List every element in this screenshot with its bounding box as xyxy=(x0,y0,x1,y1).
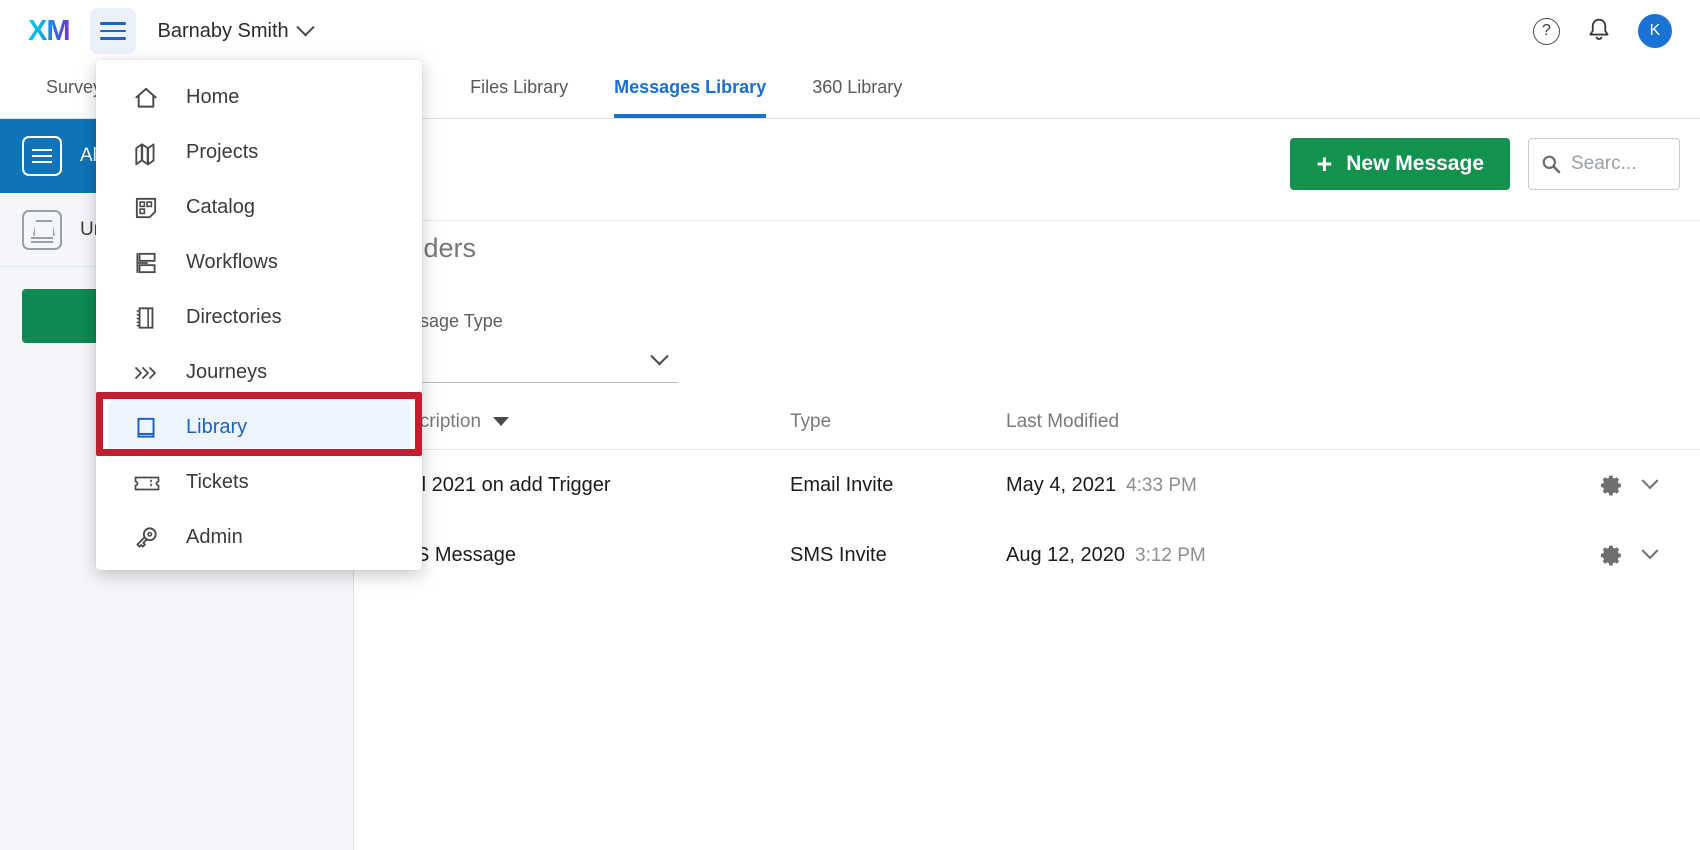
nav-item-label: Projects xyxy=(186,141,259,163)
row-actions xyxy=(1599,542,1659,568)
nav-item-home[interactable]: Home xyxy=(108,70,410,125)
help-circle-icon[interactable]: ? xyxy=(1533,17,1560,45)
nav-item-library[interactable]: Library xyxy=(108,400,410,455)
nav-item-projects[interactable]: Projects xyxy=(108,125,410,180)
column-header-last-modified: Last Modified xyxy=(1006,410,1120,432)
user-name-label[interactable]: Barnaby Smith xyxy=(158,20,289,43)
global-nav-menu: Home Projects Catalog Workflows Director… xyxy=(96,60,422,570)
search-icon xyxy=(1542,155,1561,174)
nav-item-label: Tickets xyxy=(186,471,249,493)
top-bar-right-actions: ? K xyxy=(1533,14,1672,48)
ticket-icon xyxy=(132,469,166,497)
hamburger-icon-line xyxy=(99,29,126,33)
table-header-row: Description Type Last Modified xyxy=(354,394,1700,450)
hamburger-icon-line xyxy=(99,37,126,40)
table-row[interactable]: SMS Message SMS Invite Aug 12, 2020 3:12 … xyxy=(354,520,1700,590)
nav-item-label: Catalog xyxy=(186,196,255,218)
nav-item-label: Workflows xyxy=(186,251,278,273)
caret-down-icon xyxy=(493,417,510,426)
list-lines-icon xyxy=(22,135,62,176)
nav-item-label: Library xyxy=(186,416,248,438)
avatar[interactable]: K xyxy=(1638,14,1672,48)
catalog-icon xyxy=(132,194,166,222)
table-row[interactable]: April 2021 on add Trigger Email Invite M… xyxy=(354,450,1700,520)
chevron-down-icon[interactable] xyxy=(295,17,315,36)
chevron-down-icon[interactable] xyxy=(1641,472,1659,490)
cell-time: 3:12 PM xyxy=(1135,544,1206,566)
main-action-bar: + New Message Searc... xyxy=(1290,138,1680,190)
nav-item-tickets[interactable]: Tickets xyxy=(108,455,410,510)
projects-icon xyxy=(132,139,166,167)
nav-item-directories[interactable]: Directories xyxy=(108,290,410,345)
chevron-down-icon[interactable] xyxy=(1641,542,1659,560)
messages-table: Description Type Last Modified April 202… xyxy=(354,394,1700,590)
nav-item-label: Journeys xyxy=(186,361,268,383)
journeys-icon xyxy=(132,359,166,387)
column-header-type: Type xyxy=(790,410,832,432)
message-type-select[interactable]: All xyxy=(386,339,678,383)
home-icon xyxy=(132,84,166,112)
bell-icon[interactable] xyxy=(1586,17,1612,45)
search-placeholder: Searc... xyxy=(1571,153,1637,174)
tray-icon xyxy=(22,209,62,250)
new-message-button-label: New Message xyxy=(1346,152,1484,175)
nav-item-label: Home xyxy=(186,86,240,108)
cell-date: May 4, 2021 xyxy=(1006,473,1117,496)
cell-time: 4:33 PM xyxy=(1126,474,1197,496)
cell-type: Email Invite xyxy=(790,473,894,496)
nav-item-label: Directories xyxy=(186,306,282,328)
xm-logo[interactable]: XM xyxy=(28,16,70,46)
main-content: + New Message Searc... Folders Message T… xyxy=(354,119,1700,850)
nav-item-catalog[interactable]: Catalog xyxy=(108,180,410,235)
directories-icon xyxy=(132,304,166,332)
content-divider xyxy=(354,220,1700,221)
row-actions xyxy=(1599,472,1659,498)
cell-last-modified: Aug 12, 2020 3:12 PM xyxy=(1006,544,1426,567)
tab-360-library[interactable]: 360 Library xyxy=(812,77,902,118)
hamburger-icon-line xyxy=(99,22,126,25)
cell-description: SMS Message xyxy=(386,543,517,566)
nav-item-workflows[interactable]: Workflows xyxy=(108,235,410,290)
cell-date: Aug 12, 2020 xyxy=(1006,543,1125,566)
column-header-description[interactable]: Description xyxy=(386,411,790,433)
tab-messages-library[interactable]: Messages Library xyxy=(614,77,767,118)
cell-last-modified: May 4, 2021 4:33 PM xyxy=(1006,474,1426,497)
plus-icon: + xyxy=(1316,148,1333,179)
library-book-icon xyxy=(132,414,166,442)
admin-key-icon xyxy=(132,524,166,552)
gear-icon[interactable] xyxy=(1599,473,1624,498)
gear-icon[interactable] xyxy=(1599,543,1624,568)
workflows-icon xyxy=(132,249,166,277)
hamburger-menu-button[interactable] xyxy=(89,8,136,54)
cell-type: SMS Invite xyxy=(790,543,887,566)
new-message-button[interactable]: + New Message xyxy=(1290,138,1510,190)
chevron-down-icon xyxy=(650,347,669,366)
nav-item-label: Admin xyxy=(186,526,243,548)
cell-description: April 2021 on add Trigger xyxy=(386,473,611,496)
nav-item-journeys[interactable]: Journeys xyxy=(108,345,410,400)
search-input[interactable]: Searc... xyxy=(1528,138,1680,190)
nav-item-admin[interactable]: Admin xyxy=(108,510,410,565)
top-bar: XM Barnaby Smith ? K xyxy=(0,0,1700,62)
tab-files-library[interactable]: Files Library xyxy=(470,77,568,118)
